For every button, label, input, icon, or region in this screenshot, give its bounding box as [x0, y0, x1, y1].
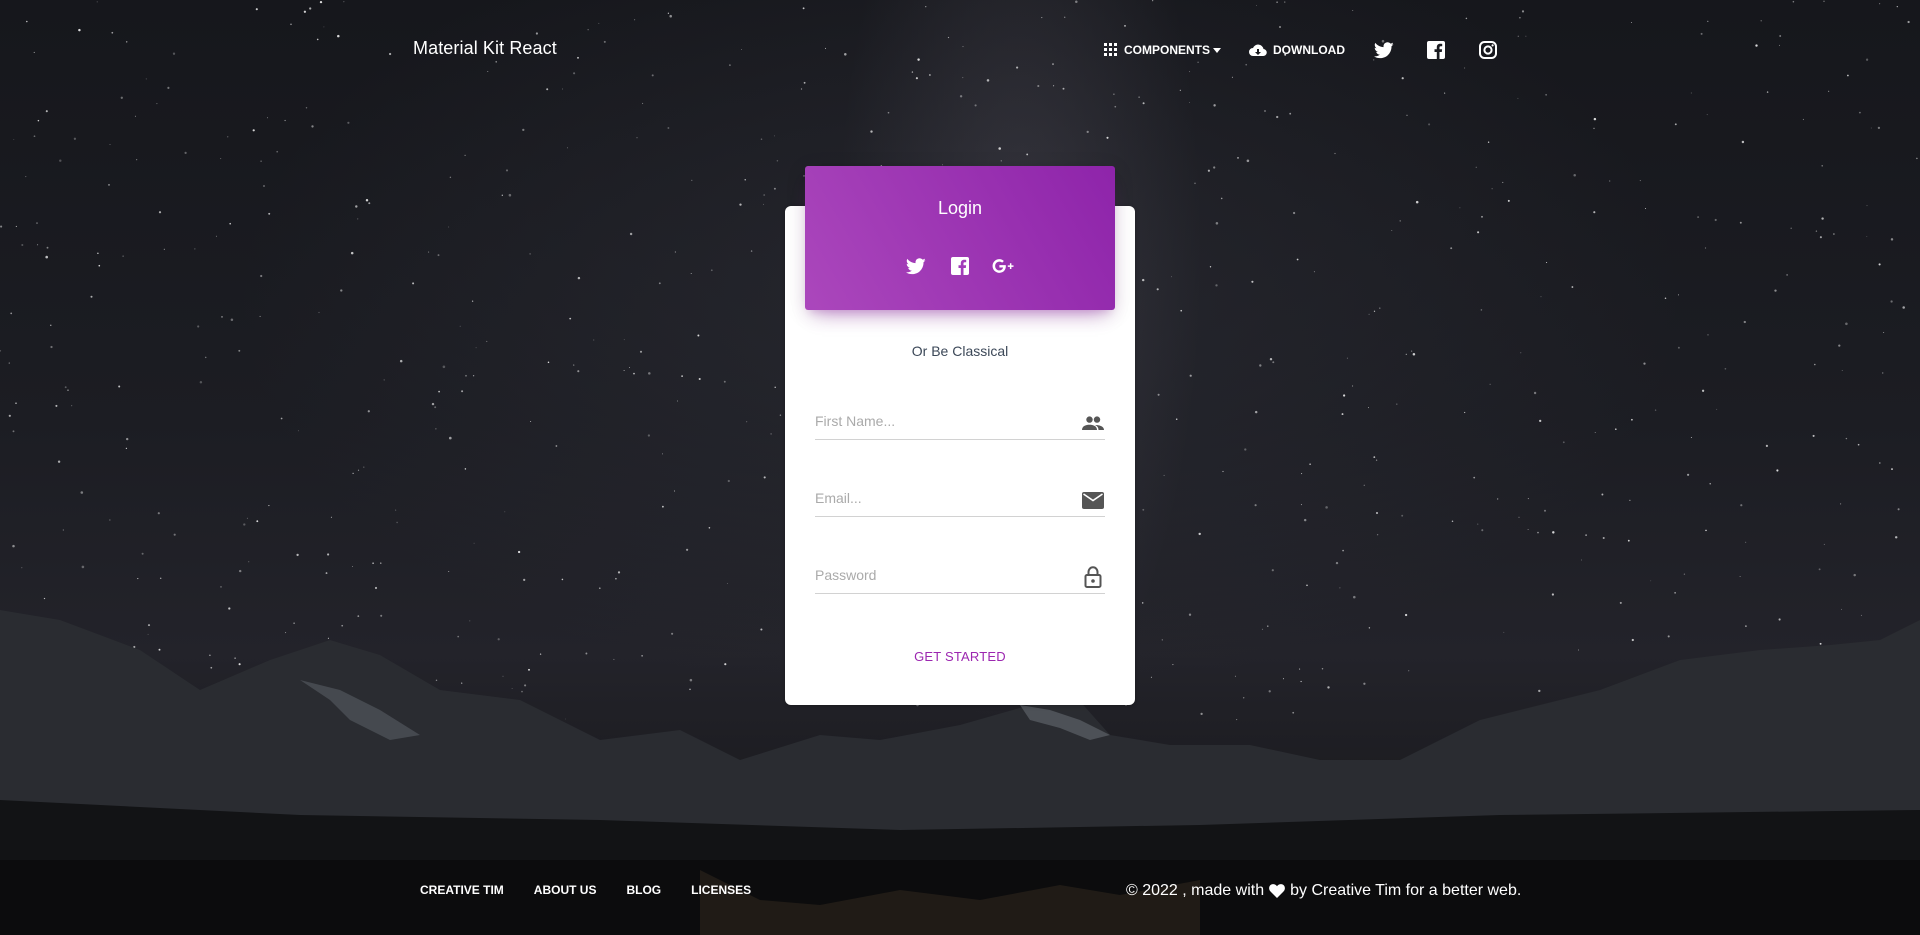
footer-link-about-us[interactable]: About us	[534, 883, 597, 897]
download-link[interactable]: Download	[1249, 43, 1345, 57]
brand-title[interactable]: Material Kit React	[413, 38, 557, 59]
first-name-input[interactable]	[815, 406, 1065, 436]
cloud-download-icon	[1249, 44, 1267, 57]
get-started-button[interactable]: Get started	[895, 645, 1025, 669]
email-icon	[1081, 488, 1105, 512]
password-input[interactable]	[815, 560, 1065, 590]
first-name-field	[815, 406, 1105, 440]
social-login-buttons	[805, 254, 1115, 278]
footer-link-licenses[interactable]: Licenses	[691, 883, 751, 897]
people-icon	[1081, 411, 1105, 435]
nav-menu: Components Download	[1104, 38, 1499, 62]
components-dropdown[interactable]: Components	[1104, 43, 1222, 57]
copyright: © 2022 , made with by Creative Tim for a…	[1126, 882, 1521, 900]
twitter-icon[interactable]	[904, 254, 928, 278]
email-input[interactable]	[815, 483, 1065, 513]
divider-text: Or Be Classical	[911, 343, 1009, 359]
copyright-prefix: © 2022 , made with	[1126, 882, 1265, 899]
heart-icon	[1269, 884, 1285, 898]
download-label: Download	[1273, 43, 1346, 57]
facebook-icon[interactable]	[948, 254, 972, 278]
google-plus-icon[interactable]	[992, 254, 1016, 278]
navbar: Material Kit React Components Download	[0, 0, 1920, 100]
email-field	[815, 483, 1105, 517]
lock-icon	[1081, 565, 1105, 589]
twitter-icon[interactable]	[1373, 39, 1395, 61]
footer-link-blog[interactable]: Blog	[626, 883, 661, 897]
login-card-header: Login	[805, 166, 1115, 310]
password-field	[815, 560, 1105, 594]
footer-link-creative-tim[interactable]: Creative Tim	[420, 883, 504, 897]
footer-links: Creative Tim About us Blog Licenses	[420, 883, 781, 897]
instagram-icon[interactable]	[1477, 39, 1499, 61]
login-title: Login	[937, 198, 983, 218]
caret-down-icon	[1213, 47, 1222, 53]
components-label: Components	[1124, 43, 1211, 57]
apps-icon	[1104, 43, 1118, 57]
copyright-suffix: by Creative Tim for a better web.	[1290, 882, 1522, 899]
facebook-icon[interactable]	[1425, 39, 1447, 61]
